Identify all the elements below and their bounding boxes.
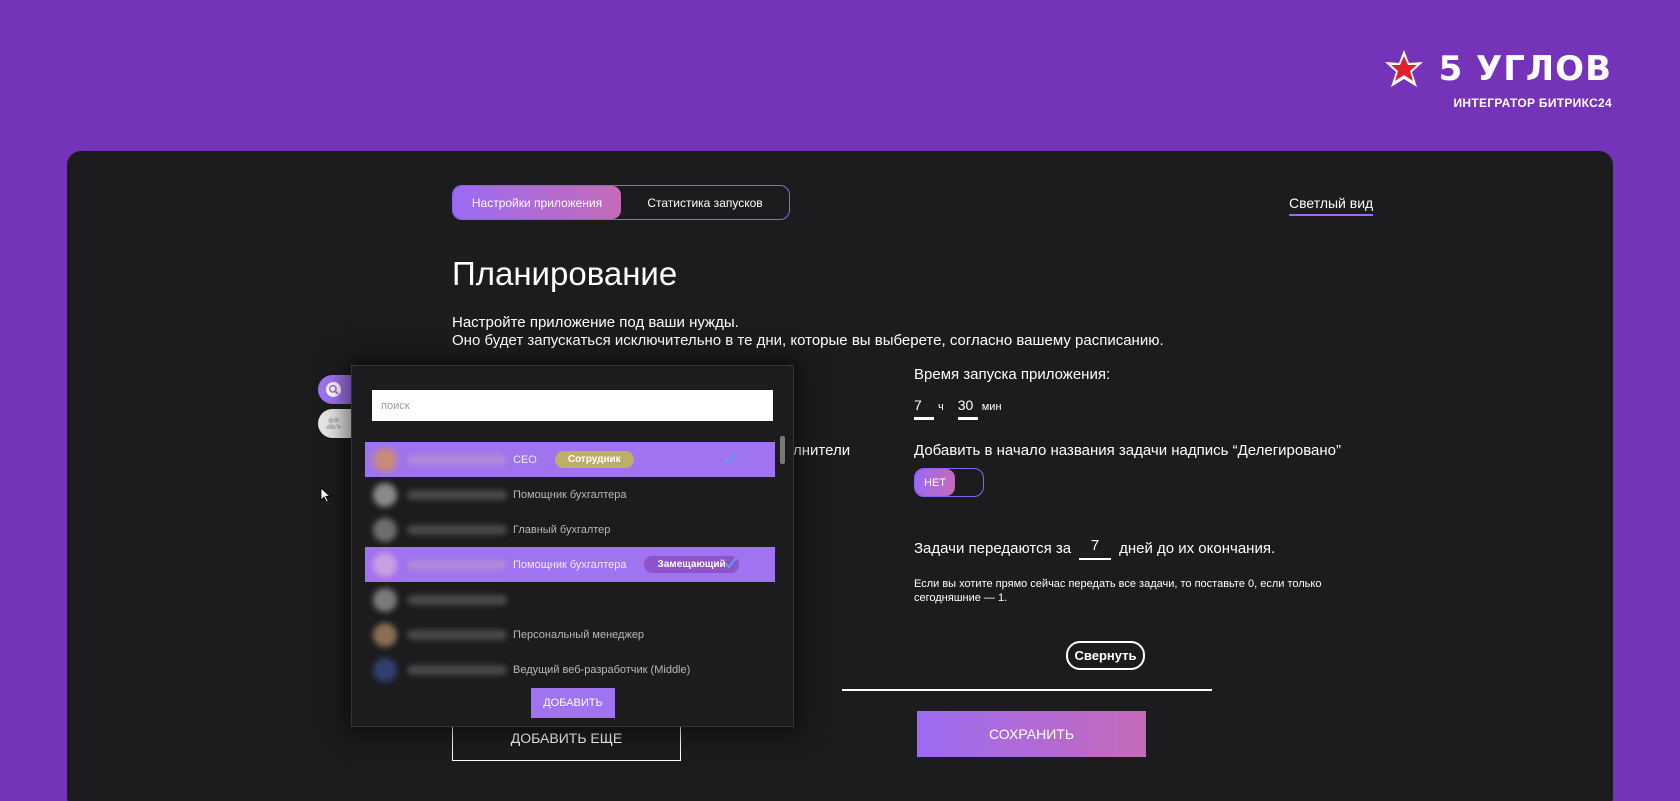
brand: 5 УГЛОВ ИНТЕГРАТОР БИТРИКС24 bbox=[1383, 48, 1612, 110]
avatar bbox=[373, 447, 397, 472]
days-row: Задачи передаются за 7 дней до их оконча… bbox=[914, 537, 1275, 560]
check-icon bbox=[724, 452, 737, 464]
user-name-blurred bbox=[407, 454, 507, 465]
avatar bbox=[373, 587, 397, 612]
add-button[interactable]: ДОБАВИТЬ bbox=[531, 688, 615, 718]
intro-text: Настройте приложение под ваши нужды. Оно… bbox=[452, 314, 1164, 350]
brand-name: 5 УГЛОВ bbox=[1438, 49, 1612, 89]
executors-label-fragment: олнители bbox=[785, 442, 851, 459]
launch-time-label: Время запуска приложения: bbox=[914, 366, 1111, 383]
list-item[interactable]: Ведущий веб-разработчик (Middle) bbox=[365, 652, 775, 687]
hours-unit: ч bbox=[938, 401, 944, 413]
mouse-cursor-icon bbox=[320, 487, 332, 503]
launch-time-inputs: 7 ч 30 мин bbox=[914, 397, 1012, 420]
delegated-toggle[interactable]: НЕТ bbox=[914, 468, 984, 497]
page-title: Планирование bbox=[452, 255, 678, 292]
days-hint: Если вы хотите прямо сейчас передать все… bbox=[914, 578, 1322, 604]
user-role: Помощник бухгалтера bbox=[513, 488, 627, 501]
days-suffix: дней до их окончания. bbox=[1119, 540, 1276, 557]
list-item[interactable]: Главный бухгалтер bbox=[365, 512, 775, 547]
minutes-input[interactable]: 30 bbox=[957, 397, 978, 420]
tab-app-settings[interactable]: Настройки приложения bbox=[453, 186, 621, 219]
user-name-blurred bbox=[407, 664, 507, 675]
user-role: Помощник бухгалтера bbox=[513, 558, 627, 571]
user-name-blurred bbox=[407, 559, 507, 570]
days-prefix: Задачи передаются за bbox=[914, 540, 1072, 557]
delegated-label: Добавить в начало названия задачи надпис… bbox=[914, 442, 1342, 459]
save-button[interactable]: СОХРАНИТЬ bbox=[917, 711, 1146, 757]
status-badge: Сотрудник bbox=[554, 451, 634, 468]
user-picker-dropdown: CEO Сотрудник Помощник бухгалтера Главны… bbox=[351, 365, 794, 727]
user-name-blurred bbox=[407, 629, 507, 640]
users-icon bbox=[326, 417, 341, 429]
dropdown-scrollbar[interactable] bbox=[780, 436, 785, 464]
search-icon bbox=[326, 382, 341, 397]
avatar bbox=[373, 482, 397, 507]
star-logo-icon bbox=[1384, 50, 1423, 87]
app-window: Настройки приложения Статистика запусков… bbox=[67, 151, 1613, 801]
divider bbox=[842, 689, 1212, 691]
days-input[interactable]: 7 bbox=[1079, 537, 1112, 560]
user-role: Ведущий веб-разработчик (Middle) bbox=[513, 663, 691, 676]
hours-input[interactable]: 7 bbox=[914, 397, 934, 420]
list-item[interactable]: Помощник бухгалтера Замещающий bbox=[365, 547, 775, 582]
user-name-blurred bbox=[407, 489, 507, 500]
avatar bbox=[373, 517, 397, 542]
intro-line-2: Оно будет запускаться исключительно в те… bbox=[452, 332, 1164, 349]
user-role: CEO bbox=[513, 453, 537, 466]
light-view-link[interactable]: Светлый вид bbox=[1289, 195, 1374, 216]
brand-subtitle: ИНТЕГРАТОР БИТРИКС24 bbox=[1453, 96, 1612, 110]
user-list: CEO Сотрудник Помощник бухгалтера Главны… bbox=[365, 442, 775, 687]
list-item[interactable]: Персональный менеджер bbox=[365, 617, 775, 652]
tab-launch-stats[interactable]: Статистика запусков bbox=[621, 186, 789, 219]
user-name-blurred bbox=[407, 594, 507, 605]
toggle-knob: НЕТ bbox=[915, 469, 955, 496]
collapse-button[interactable]: Свернуть bbox=[1066, 641, 1145, 670]
user-role: Главный бухгалтер bbox=[513, 523, 611, 536]
avatar bbox=[373, 552, 397, 577]
user-name-blurred bbox=[407, 524, 507, 535]
avatar bbox=[373, 622, 397, 647]
list-item[interactable]: Помощник бухгалтера bbox=[365, 477, 775, 512]
user-role: Персональный менеджер bbox=[513, 628, 645, 641]
minutes-unit: мин bbox=[981, 401, 1002, 413]
check-icon bbox=[724, 557, 737, 569]
list-item[interactable]: CEO Сотрудник bbox=[365, 442, 775, 477]
avatar bbox=[373, 657, 397, 682]
search-input[interactable] bbox=[372, 390, 773, 421]
intro-line-1: Настройте приложение под ваши нужды. bbox=[452, 314, 739, 331]
tab-bar: Настройки приложения Статистика запусков bbox=[452, 185, 790, 220]
list-item[interactable] bbox=[365, 582, 775, 617]
